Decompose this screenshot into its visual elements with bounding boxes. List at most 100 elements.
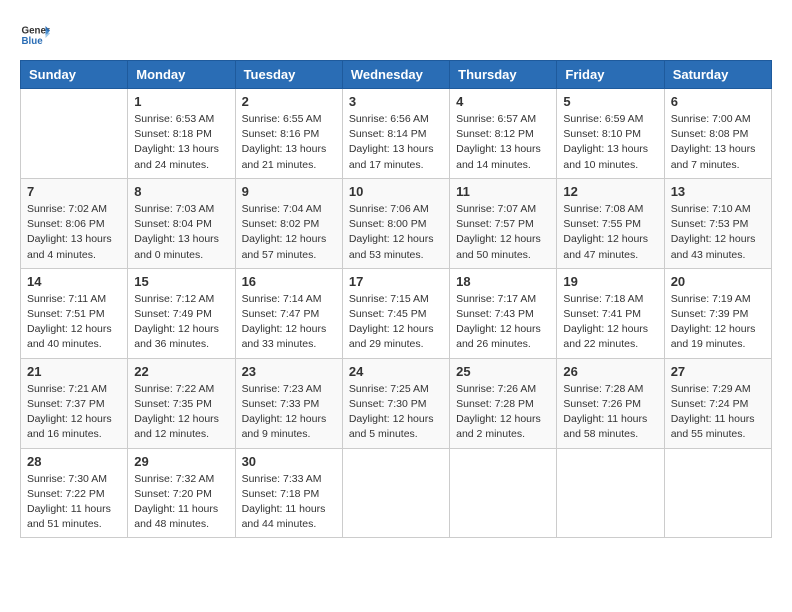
svg-text:Blue: Blue xyxy=(22,36,44,47)
day-number: 20 xyxy=(671,274,765,289)
day-info: Sunrise: 7:25 AMSunset: 7:30 PMDaylight:… xyxy=(349,382,443,443)
day-cell: 10 Sunrise: 7:06 AMSunset: 8:00 PMDayligh… xyxy=(342,178,449,268)
day-info: Sunrise: 7:18 AMSunset: 7:41 PMDaylight:… xyxy=(563,292,657,353)
column-header-tuesday: Tuesday xyxy=(235,61,342,89)
day-cell: 11Sunrise: 7:07 AMSunset: 7:57 PMDayligh… xyxy=(450,178,557,268)
day-number: 14 xyxy=(27,274,121,289)
day-cell: 19 Sunrise: 7:18 AMSunset: 7:41 PMDayligh… xyxy=(557,268,664,358)
day-cell: 20 Sunrise: 7:19 AMSunset: 7:39 PMDayligh… xyxy=(664,268,771,358)
column-header-wednesday: Wednesday xyxy=(342,61,449,89)
page-header: General Blue xyxy=(20,20,772,50)
day-info: Sunrise: 7:21 AMSunset: 7:37 PMDaylight:… xyxy=(27,382,121,443)
week-row-1: 1 Sunrise: 6:53 AMSunset: 8:18 PMDaylight… xyxy=(21,89,772,179)
day-number: 16 xyxy=(242,274,336,289)
day-cell: 23 Sunrise: 7:23 AMSunset: 7:33 PMDayligh… xyxy=(235,358,342,448)
day-info: Sunrise: 7:08 AMSunset: 7:55 PMDaylight:… xyxy=(563,202,657,263)
day-info: Sunrise: 7:15 AMSunset: 7:45 PMDaylight:… xyxy=(349,292,443,353)
day-info: Sunrise: 6:53 AMSunset: 8:18 PMDaylight:… xyxy=(134,112,228,173)
day-cell: 26Sunrise: 7:28 AMSunset: 7:26 PMDayligh… xyxy=(557,358,664,448)
day-number: 17 xyxy=(349,274,443,289)
calendar-header-row: SundayMondayTuesdayWednesdayThursdayFrid… xyxy=(21,61,772,89)
day-info: Sunrise: 7:17 AMSunset: 7:43 PMDaylight:… xyxy=(456,292,550,353)
day-number: 10 xyxy=(349,184,443,199)
day-number: 29 xyxy=(134,454,228,469)
day-info: Sunrise: 7:10 AMSunset: 7:53 PMDaylight:… xyxy=(671,202,765,263)
day-number: 23 xyxy=(242,364,336,379)
day-cell: 3 Sunrise: 6:56 AMSunset: 8:14 PMDaylight… xyxy=(342,89,449,179)
day-info: Sunrise: 7:26 AMSunset: 7:28 PMDaylight:… xyxy=(456,382,550,443)
day-cell: 5 Sunrise: 6:59 AMSunset: 8:10 PMDaylight… xyxy=(557,89,664,179)
day-number: 9 xyxy=(242,184,336,199)
week-row-5: 28Sunrise: 7:30 AMSunset: 7:22 PMDayligh… xyxy=(21,448,772,538)
day-info: Sunrise: 7:11 AMSunset: 7:51 PMDaylight:… xyxy=(27,292,121,353)
day-info: Sunrise: 7:06 AMSunset: 8:00 PMDaylight:… xyxy=(349,202,443,263)
day-info: Sunrise: 7:23 AMSunset: 7:33 PMDaylight:… xyxy=(242,382,336,443)
week-row-3: 14 Sunrise: 7:11 AMSunset: 7:51 PMDayligh… xyxy=(21,268,772,358)
week-row-4: 21 Sunrise: 7:21 AMSunset: 7:37 PMDayligh… xyxy=(21,358,772,448)
day-info: Sunrise: 7:04 AMSunset: 8:02 PMDaylight:… xyxy=(242,202,336,263)
day-info: Sunrise: 7:19 AMSunset: 7:39 PMDaylight:… xyxy=(671,292,765,353)
day-number: 13 xyxy=(671,184,765,199)
day-number: 22 xyxy=(134,364,228,379)
day-cell: 9 Sunrise: 7:04 AMSunset: 8:02 PMDaylight… xyxy=(235,178,342,268)
day-info: Sunrise: 6:56 AMSunset: 8:14 PMDaylight:… xyxy=(349,112,443,173)
day-number: 15 xyxy=(134,274,228,289)
day-info: Sunrise: 7:33 AMSunset: 7:18 PMDaylight:… xyxy=(242,472,336,533)
day-cell: 22Sunrise: 7:22 AMSunset: 7:35 PMDayligh… xyxy=(128,358,235,448)
day-cell xyxy=(342,448,449,538)
column-header-saturday: Saturday xyxy=(664,61,771,89)
day-cell: 17 Sunrise: 7:15 AMSunset: 7:45 PMDayligh… xyxy=(342,268,449,358)
day-number: 28 xyxy=(27,454,121,469)
day-info: Sunrise: 6:59 AMSunset: 8:10 PMDaylight:… xyxy=(563,112,657,173)
column-header-thursday: Thursday xyxy=(450,61,557,89)
day-cell: 16 Sunrise: 7:14 AMSunset: 7:47 PMDayligh… xyxy=(235,268,342,358)
day-number: 30 xyxy=(242,454,336,469)
day-cell: 18 Sunrise: 7:17 AMSunset: 7:43 PMDayligh… xyxy=(450,268,557,358)
day-cell: 6 Sunrise: 7:00 AMSunset: 8:08 PMDaylight… xyxy=(664,89,771,179)
day-cell: 1 Sunrise: 6:53 AMSunset: 8:18 PMDaylight… xyxy=(128,89,235,179)
day-info: Sunrise: 6:57 AMSunset: 8:12 PMDaylight:… xyxy=(456,112,550,173)
day-cell xyxy=(664,448,771,538)
day-info: Sunrise: 7:29 AMSunset: 7:24 PMDaylight:… xyxy=(671,382,765,443)
day-cell: 8 Sunrise: 7:03 AMSunset: 8:04 PMDaylight… xyxy=(128,178,235,268)
day-number: 4 xyxy=(456,94,550,109)
day-cell: 28Sunrise: 7:30 AMSunset: 7:22 PMDayligh… xyxy=(21,448,128,538)
day-cell xyxy=(557,448,664,538)
day-cell xyxy=(21,89,128,179)
day-cell: 15Sunrise: 7:12 AMSunset: 7:49 PMDayligh… xyxy=(128,268,235,358)
day-number: 8 xyxy=(134,184,228,199)
day-number: 7 xyxy=(27,184,121,199)
day-info: Sunrise: 7:02 AMSunset: 8:06 PMDaylight:… xyxy=(27,202,121,263)
logo-icon: General Blue xyxy=(20,20,50,50)
day-info: Sunrise: 7:03 AMSunset: 8:04 PMDaylight:… xyxy=(134,202,228,263)
day-info: Sunrise: 7:32 AMSunset: 7:20 PMDaylight:… xyxy=(134,472,228,533)
day-cell: 24 Sunrise: 7:25 AMSunset: 7:30 PMDayligh… xyxy=(342,358,449,448)
day-number: 1 xyxy=(134,94,228,109)
day-cell: 14 Sunrise: 7:11 AMSunset: 7:51 PMDayligh… xyxy=(21,268,128,358)
day-cell: 12Sunrise: 7:08 AMSunset: 7:55 PMDayligh… xyxy=(557,178,664,268)
day-number: 25 xyxy=(456,364,550,379)
day-number: 6 xyxy=(671,94,765,109)
day-cell: 30 Sunrise: 7:33 AMSunset: 7:18 PMDayligh… xyxy=(235,448,342,538)
day-number: 21 xyxy=(27,364,121,379)
day-cell: 4 Sunrise: 6:57 AMSunset: 8:12 PMDaylight… xyxy=(450,89,557,179)
day-number: 27 xyxy=(671,364,765,379)
day-number: 5 xyxy=(563,94,657,109)
day-number: 19 xyxy=(563,274,657,289)
column-header-sunday: Sunday xyxy=(21,61,128,89)
logo: General Blue xyxy=(20,20,50,50)
day-info: Sunrise: 7:14 AMSunset: 7:47 PMDaylight:… xyxy=(242,292,336,353)
day-number: 24 xyxy=(349,364,443,379)
column-header-friday: Friday xyxy=(557,61,664,89)
day-cell: 27 Sunrise: 7:29 AMSunset: 7:24 PMDayligh… xyxy=(664,358,771,448)
day-cell: 25 Sunrise: 7:26 AMSunset: 7:28 PMDayligh… xyxy=(450,358,557,448)
day-info: Sunrise: 7:28 AMSunset: 7:26 PMDaylight:… xyxy=(563,382,657,443)
day-number: 18 xyxy=(456,274,550,289)
day-cell xyxy=(450,448,557,538)
column-header-monday: Monday xyxy=(128,61,235,89)
day-cell: 21 Sunrise: 7:21 AMSunset: 7:37 PMDayligh… xyxy=(21,358,128,448)
calendar-table: SundayMondayTuesdayWednesdayThursdayFrid… xyxy=(20,60,772,538)
day-number: 3 xyxy=(349,94,443,109)
day-number: 2 xyxy=(242,94,336,109)
day-info: Sunrise: 7:00 AMSunset: 8:08 PMDaylight:… xyxy=(671,112,765,173)
